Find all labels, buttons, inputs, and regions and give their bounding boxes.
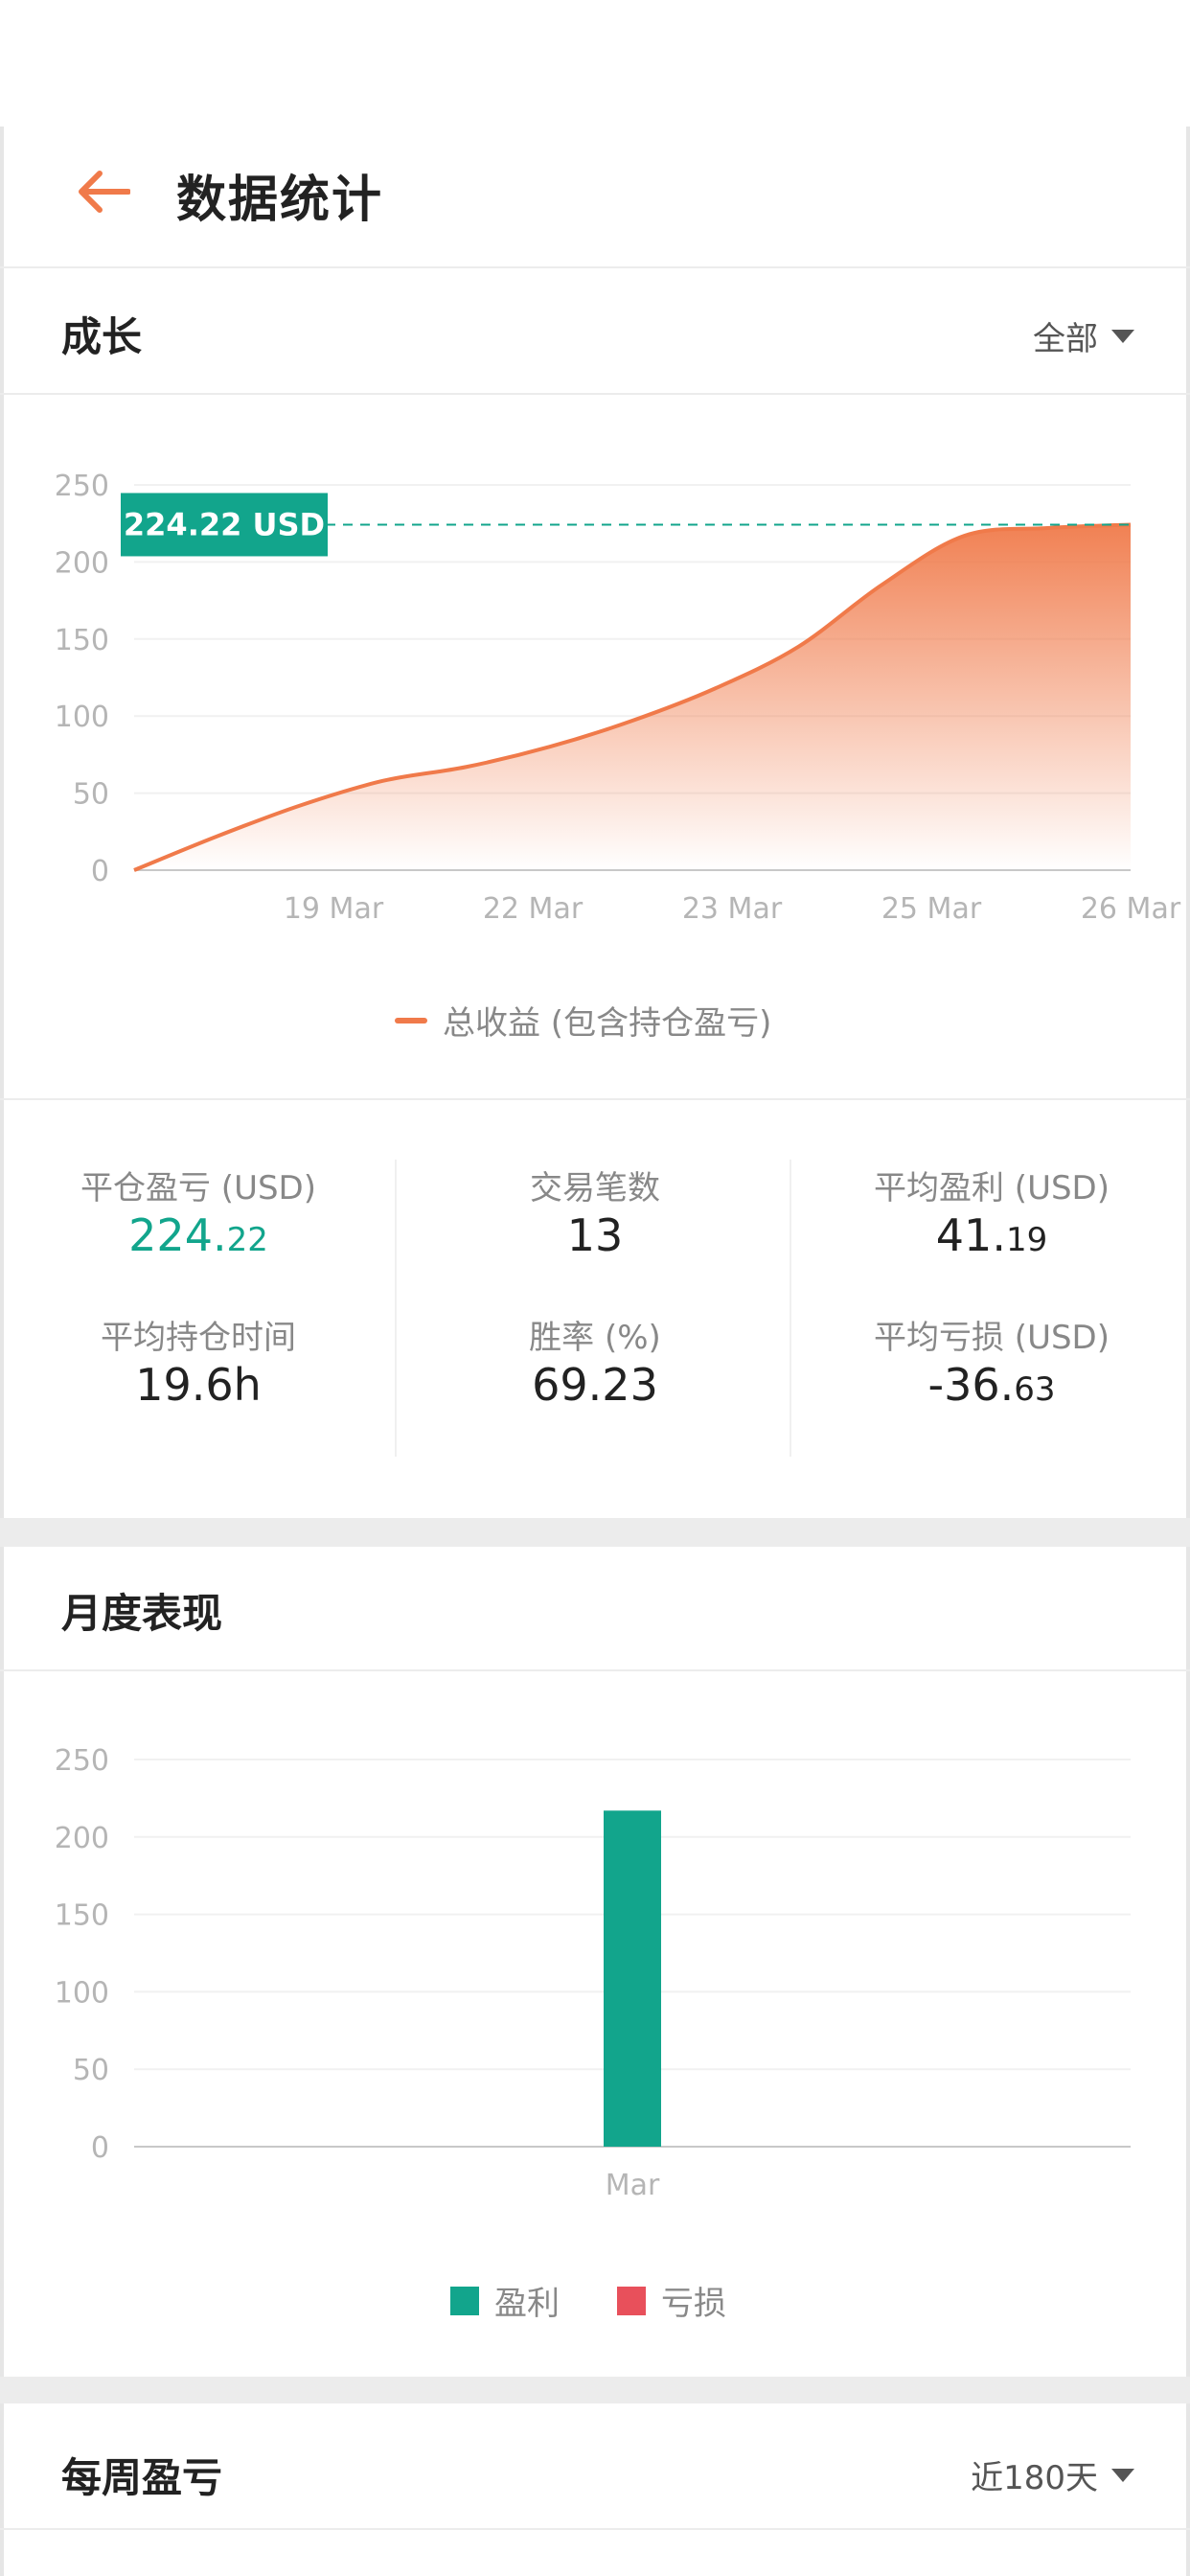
win-rate-value: 69.23 [532,1359,658,1411]
growth-legend: 总收益 (包含持仓盈亏) [395,997,771,1044]
growth-filter-label: 全部 [1033,320,1098,358]
monthly-profit-bar [604,1810,661,2147]
weekly-filter-dropdown[interactable]: 近180天 [971,2451,1134,2498]
closed-pnl-label: 平仓盈亏 (USD) [80,1169,316,1208]
monthly-legend: 盈利 亏损 [450,2277,726,2324]
growth-series-area [134,524,1131,870]
monthly-divider [0,1669,1190,1671]
avg-loss-value: -36.63 [927,1359,1056,1411]
weekly-divider [0,2528,1190,2530]
trade-count-label: 交易笔数 [530,1169,660,1208]
monthly-x-tick-label: Mar [606,2169,660,2202]
growth-x-tick-label: 26 Mar [1081,892,1181,926]
monthly-section-title: 月度表现 [61,1590,223,1637]
growth-y-tick-label: 150 [55,624,109,657]
growth-x-tick-label: 25 Mar [881,892,982,926]
monthly-bar-chart: 250 200 150 100 50 0 Mar [55,1744,1131,2202]
growth-section-title: 成长 [61,313,143,360]
growth-y-tick-label: 200 [55,546,109,580]
growth-x-tick-label: 19 Mar [284,892,384,926]
growth-y-tick-label: 50 [73,778,109,812]
growth-x-tick-label: 23 Mar [682,892,783,926]
growth-area-chart: 250 200 150 100 50 0 19 Mar 22 Mar 23 Mar 25 Mar… [55,470,1181,926]
growth-divider [0,393,1190,395]
chevron-down-icon [1111,2468,1134,2482]
weekly-filter-label: 近180天 [971,2459,1098,2497]
section-separator [0,1518,1190,1547]
trade-count-value: 13 [566,1209,624,1261]
growth-x-tick-label: 22 Mar [483,892,584,926]
monthly-y-tick-label: 150 [55,1899,109,1933]
avg-profit-value: 41.19 [935,1209,1048,1261]
legend-loss-swatch [617,2286,646,2315]
growth-filter-dropdown[interactable]: 全部 [1033,312,1134,359]
monthly-y-tick-label: 200 [55,1822,109,1855]
closed-pnl-value: 224.22 [128,1209,268,1261]
avg-loss-label: 平均亏损 (USD) [874,1319,1110,1357]
avg-profit-label: 平均盈利 (USD) [874,1169,1110,1208]
monthly-y-tick-label: 250 [55,1744,109,1778]
weekly-section-title: 每周盈亏 [61,2454,223,2501]
page-title: 数据统计 [176,172,384,229]
monthly-y-tick-label: 0 [91,2131,109,2165]
avg-hold-value: 19.6h [135,1359,262,1411]
win-rate-label: 胜率 (%) [529,1319,661,1357]
legend-profit: 盈利 [450,2277,560,2324]
growth-y-tick-label: 250 [55,470,109,503]
monthly-y-tick-label: 50 [73,2054,109,2087]
current-value-badge-text: 224.22 USD [124,506,325,542]
back-arrow-icon[interactable] [77,169,130,215]
growth-legend-divider [0,1098,1190,1100]
legend-profit-swatch [450,2286,479,2315]
legend-loss-label: 亏损 [661,2285,726,2323]
monthly-y-tick-label: 100 [55,1976,109,2010]
growth-y-tick-label: 0 [91,855,109,888]
growth-legend-label: 总收益 (包含持仓盈亏) [443,1004,772,1043]
growth-y-tick-label: 100 [55,701,109,734]
section-separator-2 [0,2377,1190,2404]
header-divider [0,266,1190,268]
legend-line-swatch [395,1017,427,1024]
avg-hold-label: 平均持仓时间 [101,1319,296,1357]
legend-profit-label: 盈利 [494,2285,560,2323]
legend-loss: 亏损 [617,2277,726,2324]
chevron-down-icon [1111,329,1134,343]
